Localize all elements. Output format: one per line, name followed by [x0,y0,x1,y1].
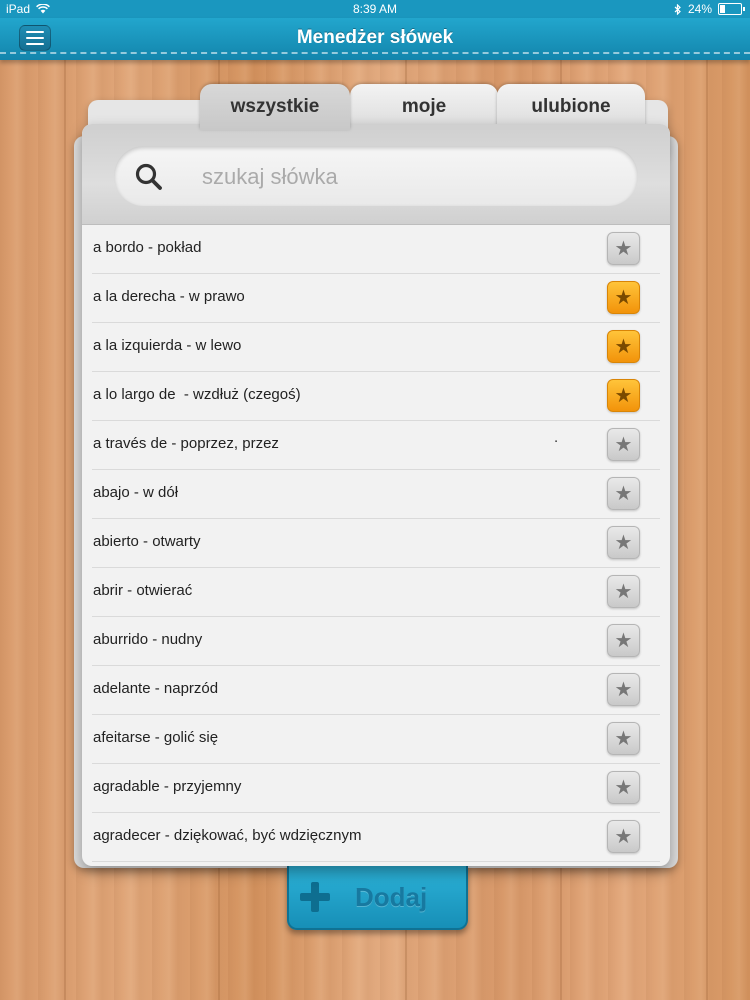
favorite-star-icon-active[interactable]: ★ [607,281,640,314]
nav-bar: Menedżer słówek [0,18,750,60]
word-text: agradable - przyjemny [93,778,242,795]
word-text: abrir - otwierać [93,582,193,599]
favorite-star-icon[interactable]: ★ [607,673,640,706]
list-item[interactable]: abierto - otwarty ★ [92,519,660,568]
search-field[interactable] [114,146,638,206]
favorite-star-icon[interactable]: ★ [607,477,640,510]
tab-wszystkie[interactable]: wszystkie [200,84,350,130]
list-item[interactable]: afeitarse - golić się ★ [92,715,660,764]
favorite-star-icon[interactable]: ★ [607,232,640,265]
list-item[interactable]: abrir - otwierać ★ [92,568,660,617]
list-item[interactable]: a la derecha - w prawo ★ [92,274,660,323]
favorite-star-icon-active[interactable]: ★ [607,379,640,412]
word-text: a lo largo de - wzdłuż (czegoś) [93,386,301,403]
add-word-button[interactable]: Dodaj [287,866,468,930]
word-text: a bordo - pokład [93,239,202,256]
search-icon [135,163,162,190]
battery-fill [720,5,725,13]
list-item[interactable]: a bordo - pokład ★ [92,225,660,274]
search-area [82,124,670,225]
list-item[interactable]: agradable - przyjemny ★ [92,764,660,813]
favorite-star-icon[interactable]: ★ [607,428,640,461]
word-text: aburrido - nudny [93,631,203,648]
list-item[interactable]: aburrido - nudny ★ [92,617,660,666]
list-item[interactable]: a la izquierda - w lewo ★ [92,323,660,372]
status-time: 8:39 AM [352,2,398,16]
favorite-star-icon[interactable]: ★ [607,526,640,559]
favorite-star-icon[interactable]: ★ [607,624,640,657]
word-text: adelante - naprzód [93,680,219,697]
word-list: a bordo - pokład ★ a la derecha - w prawo ★… [82,225,670,862]
page-title: Menedżer słówek [296,27,454,48]
favorite-star-icon[interactable]: ★ [607,722,640,755]
list-item[interactable]: adelante - naprzód ★ [92,666,660,715]
battery-percent: 24% [687,2,712,16]
word-list-card: a bordo - pokład ★ a la derecha - w prawo ★… [82,124,670,866]
list-item[interactable]: agradecer - dziękować, być wdzięcznym ★ [92,813,660,862]
favorite-star-icon[interactable]: ★ [607,575,640,608]
word-text: abierto - otwarty [93,533,201,550]
word-text: agradecer - dziękować, być wdzięcznym [93,827,362,844]
list-item[interactable]: a través de - poprzez, przez. ★ [92,421,660,470]
favorite-star-icon[interactable]: ★ [607,771,640,804]
search-input[interactable] [200,156,624,198]
wood-seam [64,60,66,1000]
add-button-label: Dodaj [355,882,428,912]
bluetooth-icon [674,3,681,15]
battery-icon [718,3,745,15]
stray-dot: . [554,429,559,446]
wood-seam [706,60,708,1000]
plus-icon [300,882,330,912]
favorite-star-icon-active[interactable]: ★ [607,330,640,363]
word-text: a la derecha - w prawo [93,288,245,305]
status-bar: iPad 8:39 AM 24% [0,0,750,18]
word-text: abajo - w dół [93,484,179,501]
word-text: a la izquierda - w lewo [93,337,242,354]
list-item[interactable]: abajo - w dół ★ [92,470,660,519]
word-text: afeitarse - golić się [93,729,219,746]
favorite-star-icon[interactable]: ★ [607,820,640,853]
list-item[interactable]: a lo largo de - wzdłuż (czegoś) ★ [92,372,660,421]
word-text: a través de - poprzez, przez [93,435,279,452]
